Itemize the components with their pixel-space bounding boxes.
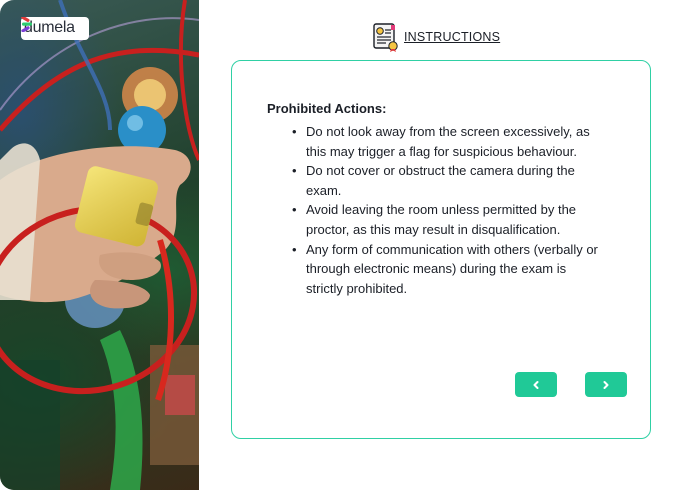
- list-item: • Do not cover or obstruct the camera dur…: [285, 161, 602, 200]
- app-window: dumela INSTRUCTIONS Prohibited Actions:: [0, 0, 688, 490]
- chevron-left-icon: [533, 380, 539, 389]
- next-button[interactable]: [585, 372, 627, 397]
- hero-photo: dumela: [0, 0, 199, 490]
- dumela-logo-mark-icon: [21, 17, 32, 32]
- prohibited-actions-list: • Do not look away from the screen excess…: [285, 122, 602, 298]
- instructions-panel: INSTRUCTIONS Prohibited Actions: • Do not…: [199, 0, 688, 490]
- toy-photo-illustration: [0, 0, 199, 490]
- section-title: Prohibited Actions:: [267, 101, 387, 116]
- list-item-text: Any form of communication with others (v…: [306, 241, 598, 296]
- bullet-marker: •: [292, 163, 297, 179]
- instructions-card: Prohibited Actions: • Do not look away fr…: [231, 60, 651, 439]
- list-item: • Any form of communication with others (…: [285, 240, 602, 299]
- list-item-text: Do not cover or obstruct the camera duri…: [306, 163, 575, 198]
- page-title: INSTRUCTIONS: [404, 30, 501, 44]
- bullet-marker: •: [292, 124, 297, 139]
- chevron-right-icon: [603, 380, 609, 389]
- list-item: • Do not look away from the screen excess…: [285, 122, 602, 161]
- bullet-marker: •: [292, 241, 297, 257]
- list-item-text: Do not look away from the screen excessi…: [306, 124, 590, 159]
- certificate-document-icon: [373, 23, 398, 52]
- dumela-logo: dumela: [21, 17, 89, 40]
- previous-button[interactable]: [515, 372, 557, 397]
- list-item-text: Avoid leaving the room unless permitted …: [306, 202, 577, 237]
- bullet-marker: •: [292, 202, 297, 218]
- list-item: • Avoid leaving the room unless permitted…: [285, 200, 602, 239]
- panel-header: INSTRUCTIONS: [371, 22, 500, 52]
